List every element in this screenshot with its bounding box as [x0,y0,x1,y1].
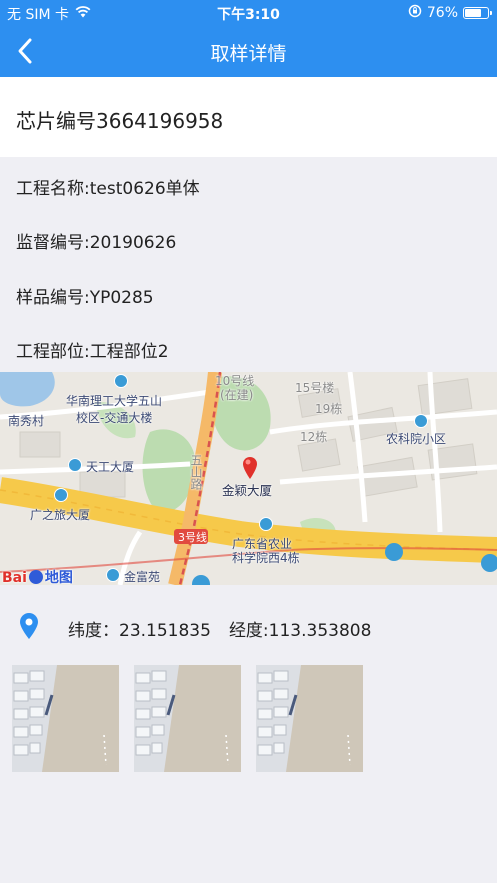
map-label-guangdong2: 科学院西4栋 [232,551,300,565]
map-poi-icon [106,568,120,582]
supervision-number: 监督编号:20190626 [16,233,177,253]
map-poi-icon [114,374,128,388]
map-label-tiangong: 天工大厦 [86,460,135,474]
orientation-lock-icon [408,4,422,22]
map-label-huanan: 华南理工大学五山 [66,394,163,408]
map-poi-icon [54,488,68,502]
navigation-bar: 取样详情 [0,26,497,77]
map-marker-icon [240,454,260,484]
sample-photo-3[interactable] [256,665,363,772]
header-bar: 无 SIM 卡 下午3:10 76% 取样详情 [0,0,497,77]
sample-number: 样品编号:YP0285 [16,288,154,308]
map-label-nongke: 农科院小区 [386,432,447,446]
status-bar: 无 SIM 卡 下午3:10 76% [0,0,497,26]
sample-photo-2[interactable] [134,665,241,772]
baidu-logo-text: Bai 地图 [2,570,73,585]
project-name: 工程名称:test0626单体 [16,179,200,199]
map-label-bld15: 15号楼 [295,381,335,395]
location-row: 纬度：23.151835 经度:113.353808 [0,605,497,649]
chip-number: 芯片编号3664196958 [16,109,224,133]
battery-icon [463,7,492,19]
map-label-line3: 3号线 [178,531,207,544]
sample-photo-1[interactable] [12,665,119,772]
map-label-huanan2: 校区-交通大楼 [76,411,153,425]
map-label-wushan: 五山路 [189,454,203,490]
project-part: 工程部位:工程部位2 [16,342,169,362]
map-poi-icon [414,414,428,428]
battery-percent: 76% [426,5,458,21]
map-poi-icon [259,517,273,531]
map-label-bld19: 19栋 [315,402,343,416]
longitude-text: 经度:113.353808 [228,621,372,641]
map-label-guangzhilv: 广之旅大厦 [30,508,91,522]
location-pin-icon [18,612,40,644]
map-label-line10b: (在建) [220,388,254,402]
chip-card: 芯片编号3664196958 [0,77,497,157]
map-label-jinfu: 金富苑 [124,570,161,584]
map-label-nanxiu: 南秀村 [8,414,45,428]
map-poi-icon [68,458,82,472]
map-label-bld12: 12栋 [300,430,328,444]
latitude-text: 纬度：23.151835 [68,621,211,641]
page-title: 取样详情 [210,43,287,65]
